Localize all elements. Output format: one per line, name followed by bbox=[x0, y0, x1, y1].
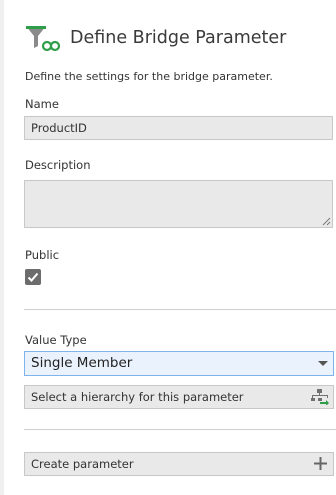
create-parameter-label: Create parameter bbox=[31, 457, 134, 471]
divider bbox=[24, 309, 336, 310]
panel-header: Define Bridge Parameter bbox=[24, 22, 286, 54]
hierarchy-selector[interactable]: Select a hierarchy for this parameter bbox=[24, 385, 334, 409]
name-field[interactable]: ProductID bbox=[24, 116, 333, 140]
hierarchy-icon bbox=[311, 389, 329, 405]
plus-icon bbox=[314, 457, 327, 470]
checkmark-icon bbox=[27, 272, 39, 282]
value-type-selected: Single Member bbox=[31, 355, 133, 371]
hierarchy-text: Select a hierarchy for this parameter bbox=[31, 390, 244, 404]
filter-link-icon bbox=[24, 22, 64, 54]
value-type-select[interactable]: Single Member bbox=[24, 351, 334, 376]
public-label: Public bbox=[25, 248, 60, 262]
create-parameter-button[interactable]: Create parameter bbox=[24, 452, 334, 476]
page-title: Define Bridge Parameter bbox=[70, 28, 287, 48]
panel-left-edge bbox=[0, 0, 4, 495]
intro-text: Define the settings for the bridge param… bbox=[25, 70, 273, 83]
value-type-label: Value Type bbox=[25, 333, 87, 347]
public-checkbox[interactable] bbox=[25, 269, 41, 285]
description-field[interactable] bbox=[24, 180, 333, 228]
resize-grip-icon[interactable] bbox=[322, 217, 331, 226]
name-label: Name bbox=[25, 97, 59, 111]
description-label: Description bbox=[25, 158, 91, 172]
chevron-down-icon bbox=[318, 361, 328, 366]
divider bbox=[24, 429, 336, 430]
